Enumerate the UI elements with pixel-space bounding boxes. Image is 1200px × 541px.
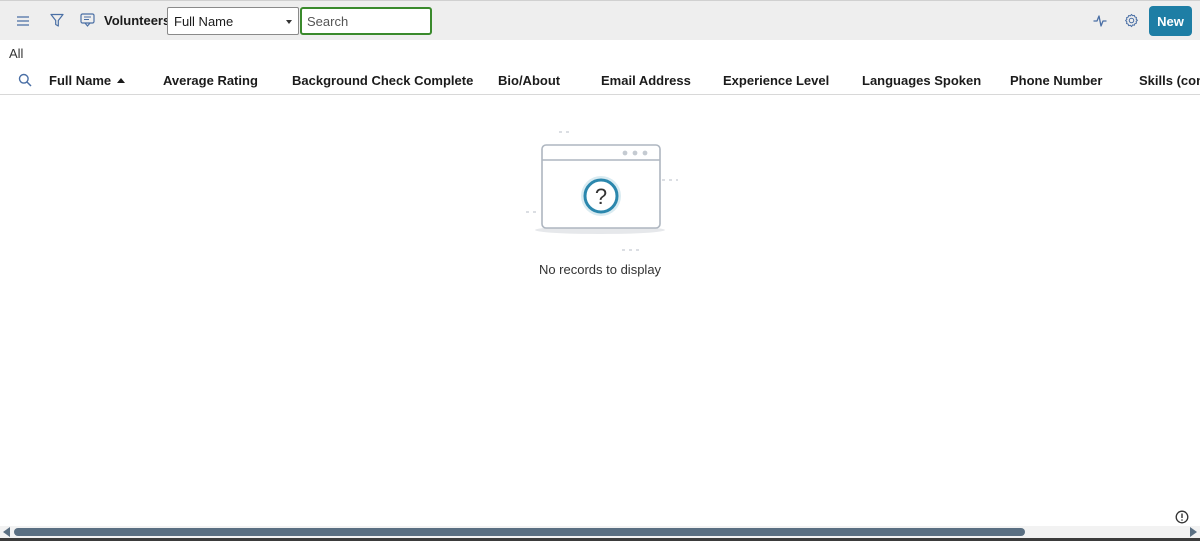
gear-icon[interactable] xyxy=(1124,13,1139,33)
column-header-experience-level[interactable]: Experience Level xyxy=(723,73,829,88)
search-field-select-value: Full Name xyxy=(174,14,234,29)
app-title: Volunteers xyxy=(104,13,171,28)
column-header-full-name[interactable]: Full Name xyxy=(49,73,126,88)
horizontal-scrollbar-thumb[interactable] xyxy=(14,528,1025,536)
scroll-left-arrow-icon[interactable] xyxy=(3,527,10,537)
column-header-email[interactable]: Email Address xyxy=(601,73,691,88)
form-icon[interactable] xyxy=(80,13,95,32)
empty-state-message: No records to display xyxy=(538,262,662,277)
scroll-right-arrow-icon[interactable] xyxy=(1190,527,1197,537)
new-record-button[interactable]: New xyxy=(1149,6,1192,36)
column-header-background-check[interactable]: Background Check Complete xyxy=(292,73,473,88)
column-header-bio[interactable]: Bio/About xyxy=(498,73,560,88)
empty-state-illustration: ? xyxy=(520,124,680,254)
view-label[interactable]: All xyxy=(9,46,23,61)
sort-ascending-icon xyxy=(117,78,126,83)
filter-icon[interactable] xyxy=(50,13,64,33)
search-field-select[interactable]: Full Name xyxy=(167,7,299,35)
chevron-down-icon xyxy=(286,20,292,24)
column-header-phone[interactable]: Phone Number xyxy=(1010,73,1102,88)
column-header-languages[interactable]: Languages Spoken xyxy=(862,73,981,88)
svg-text:?: ? xyxy=(595,184,607,209)
view-selector-bar: All xyxy=(0,40,1200,68)
search-input[interactable] xyxy=(300,7,432,35)
table-header-row: Full Name Average Rating Background Chec… xyxy=(0,67,1200,95)
menu-icon[interactable] xyxy=(16,14,30,33)
column-header-label: Full Name xyxy=(49,73,112,88)
pulse-icon[interactable] xyxy=(1093,13,1107,34)
column-header-skills[interactable]: Skills (comm xyxy=(1139,73,1200,88)
column-header-average-rating[interactable]: Average Rating xyxy=(163,73,258,88)
search-icon[interactable] xyxy=(18,73,32,92)
top-toolbar: Volunteers Full Name New xyxy=(0,0,1200,40)
